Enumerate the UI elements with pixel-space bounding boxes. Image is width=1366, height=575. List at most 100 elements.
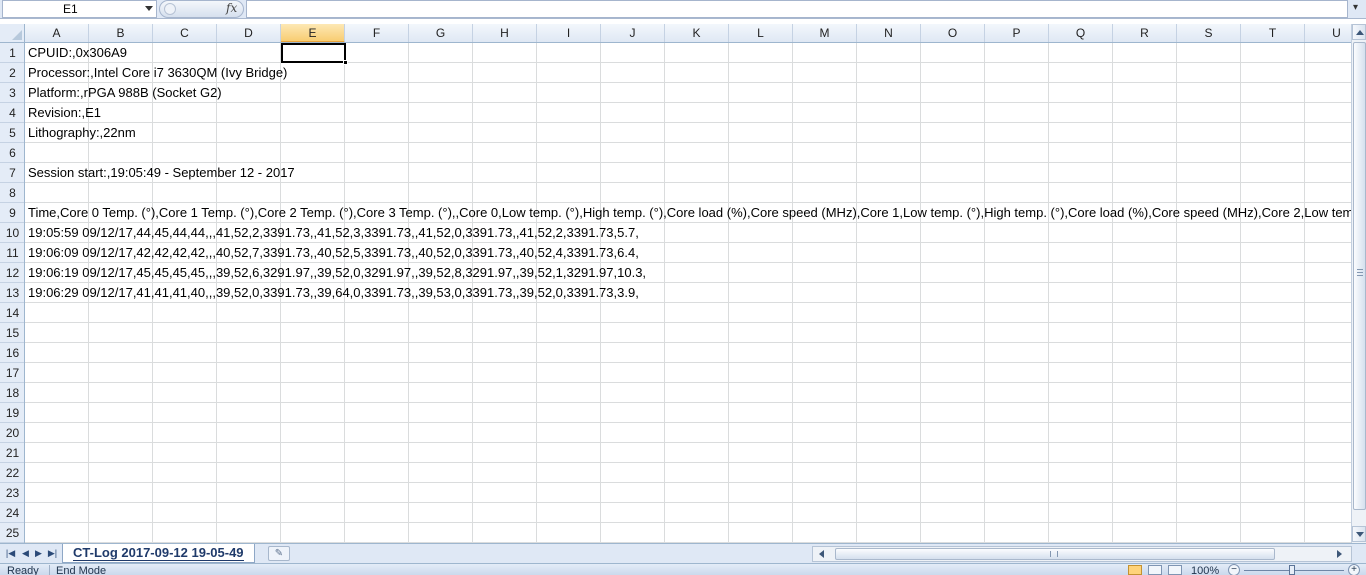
row-header-7[interactable]: 7 (0, 163, 24, 183)
next-sheet-icon[interactable]: ▶ (33, 548, 44, 559)
column-header-i[interactable]: I (537, 24, 601, 42)
row-header-23[interactable]: 23 (0, 483, 24, 503)
status-divider (49, 565, 50, 575)
name-box-value: E1 (63, 2, 78, 16)
column-header-h[interactable]: H (473, 24, 537, 42)
cell-a3[interactable]: Platform:,rPGA 988B (Socket G2) (28, 83, 222, 103)
insert-sheet-icon[interactable]: ✎ (268, 546, 290, 561)
zoom-slider-thumb[interactable] (1289, 565, 1295, 575)
page-break-view-icon[interactable] (1168, 565, 1182, 575)
column-header-m[interactable]: M (793, 24, 857, 42)
cell-a12[interactable]: 19:06:19 09/12/17,45,45,45,45,,,39,52,6,… (28, 263, 646, 283)
first-sheet-icon[interactable]: |◀ (5, 548, 16, 559)
last-sheet-icon[interactable]: ▶| (47, 548, 58, 559)
column-header-s[interactable]: S (1177, 24, 1241, 42)
column-header-r[interactable]: R (1113, 24, 1177, 42)
zoom-plus-icon[interactable]: + (1348, 564, 1360, 575)
column-header-d[interactable]: D (217, 24, 281, 42)
column-header-f[interactable]: F (345, 24, 409, 42)
column-header-q[interactable]: Q (1049, 24, 1113, 42)
scroll-down-button[interactable] (1352, 526, 1366, 542)
arrow-right-icon[interactable] (1337, 550, 1342, 558)
dropdown-arrow-icon[interactable] (145, 6, 153, 11)
normal-view-icon[interactable] (1128, 565, 1142, 575)
scroll-up-button[interactable] (1352, 24, 1366, 40)
row-header-12[interactable]: 12 (0, 263, 24, 283)
page-layout-view-icon[interactable] (1148, 565, 1162, 575)
status-ready: Ready (7, 565, 39, 575)
column-header-b[interactable]: B (89, 24, 153, 42)
column-header-a[interactable]: A (25, 24, 89, 42)
row-header-17[interactable]: 17 (0, 363, 24, 383)
sheet-tab-active[interactable]: CT-Log 2017-09-12 19-05-49 (62, 544, 255, 563)
zoom-minus-icon[interactable]: − (1228, 564, 1240, 575)
cell-a13[interactable]: 19:06:29 09/12/17,41,41,41,40,,,39,52,0,… (28, 283, 639, 303)
row-header-11[interactable]: 11 (0, 243, 24, 263)
row-header-6[interactable]: 6 (0, 143, 24, 163)
column-header-p[interactable]: P (985, 24, 1049, 42)
column-header-c[interactable]: C (153, 24, 217, 42)
active-cell-e1[interactable] (281, 43, 346, 63)
fill-handle[interactable] (343, 60, 348, 65)
column-headers: ABCDEFGHIJKLMNOPQRSTU (25, 24, 1351, 43)
column-header-o[interactable]: O (921, 24, 985, 42)
column-header-j[interactable]: J (601, 24, 665, 42)
cell-a11[interactable]: 19:06:09 09/12/17,42,42,42,42,,,40,52,7,… (28, 243, 639, 263)
cell-a5[interactable]: Lithography:,22nm (28, 123, 136, 143)
column-header-g[interactable]: G (409, 24, 473, 42)
cell-a7[interactable]: Session start:,19:05:49 - September 12 -… (28, 163, 295, 183)
row-header-22[interactable]: 22 (0, 463, 24, 483)
row-header-10[interactable]: 10 (0, 223, 24, 243)
column-header-k[interactable]: K (665, 24, 729, 42)
row-header-4[interactable]: 4 (0, 103, 24, 123)
row-header-5[interactable]: 5 (0, 123, 24, 143)
row-header-1[interactable]: 1 (0, 43, 24, 63)
cell-a9[interactable]: Time,Core 0 Temp. (°),Core 1 Temp. (°),C… (28, 203, 1351, 223)
row-header-18[interactable]: 18 (0, 383, 24, 403)
zoom-level[interactable]: 100% (1191, 566, 1219, 575)
grip-icon (1357, 269, 1363, 276)
row-header-16[interactable]: 16 (0, 343, 24, 363)
row-header-9[interactable]: 9 (0, 203, 24, 223)
column-header-n[interactable]: N (857, 24, 921, 42)
row-header-13[interactable]: 13 (0, 283, 24, 303)
column-header-l[interactable]: L (729, 24, 793, 42)
row-header-25[interactable]: 25 (0, 523, 24, 543)
expand-formula-bar-button[interactable]: ▾ (1350, 0, 1366, 18)
select-all-triangle-icon (12, 30, 22, 40)
row-headers: 1 2 3 4 5 6 7 8 9 10 11 12 13 14 15 16 17 18 19 20 21 22 23 24 2… (0, 43, 25, 543)
formula-input[interactable] (246, 0, 1348, 18)
sheet-tabs-bar: |◀ ◀ ▶ ▶| CT-Log 2017-09-12 19-05-49 ✎ (0, 543, 1366, 563)
row-header-8[interactable]: 8 (0, 183, 24, 203)
cell-a1[interactable]: CPUID:,0x306A9 (28, 43, 127, 63)
row-header-19[interactable]: 19 (0, 403, 24, 423)
row-header-24[interactable]: 24 (0, 503, 24, 523)
arrow-up-icon (1356, 30, 1364, 35)
row-header-21[interactable]: 21 (0, 443, 24, 463)
name-box[interactable]: E1 (2, 0, 157, 18)
vertical-scrollbar[interactable] (1351, 24, 1366, 543)
column-header-u[interactable]: U (1305, 24, 1351, 42)
prev-sheet-icon[interactable]: ◀ (20, 548, 31, 559)
row-header-14[interactable]: 14 (0, 303, 24, 323)
cell-a2[interactable]: Processor:,Intel Core i7 3630QM (Ivy Bri… (28, 63, 287, 83)
row-header-15[interactable]: 15 (0, 323, 24, 343)
select-all-button[interactable] (0, 24, 25, 43)
cell-a4[interactable]: Revision:,E1 (28, 103, 101, 123)
fx-icon[interactable]: fx (226, 1, 237, 15)
column-header-t[interactable]: T (1241, 24, 1305, 42)
sheet-tab-label: CT-Log 2017-09-12 19-05-49 (73, 545, 244, 561)
vertical-scroll-thumb[interactable] (1353, 42, 1366, 510)
row-header-20[interactable]: 20 (0, 423, 24, 443)
cell-grid[interactable]: CPUID:,0x306A9 Processor:,Intel Core i7 3… (25, 43, 1351, 543)
horizontal-scroll-thumb[interactable] (835, 548, 1275, 560)
formula-grip-handle[interactable] (164, 3, 176, 15)
arrow-down-icon (1356, 532, 1364, 537)
column-header-e[interactable]: E (281, 24, 345, 42)
arrow-left-icon[interactable] (819, 550, 824, 558)
row-header-3[interactable]: 3 (0, 83, 24, 103)
horizontal-scrollbar[interactable] (812, 546, 1352, 562)
cell-a10[interactable]: 19:05:59 09/12/17,44,45,44,44,,,41,52,2,… (28, 223, 639, 243)
expand-icon: ▾ (1353, 2, 1359, 13)
row-header-2[interactable]: 2 (0, 63, 24, 83)
